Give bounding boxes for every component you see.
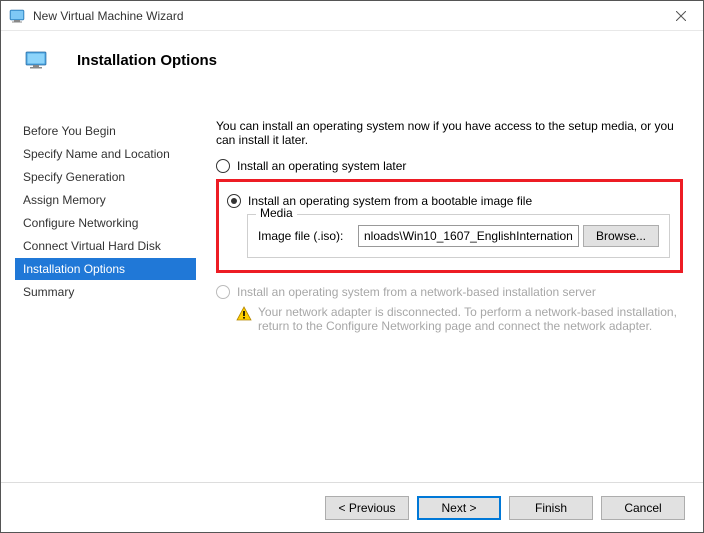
- close-button[interactable]: [658, 1, 703, 31]
- sidebar-item-before-you-begin[interactable]: Before You Begin: [15, 120, 196, 142]
- image-file-input[interactable]: [358, 225, 579, 247]
- sidebar-item-summary[interactable]: Summary: [15, 281, 196, 303]
- page-title: Installation Options: [77, 52, 217, 69]
- close-icon: [676, 11, 686, 21]
- next-button[interactable]: Next >: [417, 496, 501, 520]
- image-file-label: Image file (.iso):: [258, 229, 358, 243]
- option-label: Install an operating system from a netwo…: [237, 285, 596, 299]
- app-icon: [9, 8, 25, 24]
- finish-button[interactable]: Finish: [509, 496, 593, 520]
- browse-button[interactable]: Browse...: [583, 225, 659, 247]
- monitor-icon: [25, 49, 47, 71]
- media-group: Media Image file (.iso): Browse...: [247, 214, 670, 258]
- wizard-footer: < Previous Next > Finish Cancel: [1, 482, 703, 532]
- intro-text: You can install an operating system now …: [216, 119, 683, 147]
- option-label: Install an operating system later: [237, 159, 406, 173]
- main-content: You can install an operating system now …: [196, 101, 703, 482]
- sidebar-item-installation-options[interactable]: Installation Options: [15, 258, 196, 280]
- sidebar-item-specify-name[interactable]: Specify Name and Location: [15, 143, 196, 165]
- radio-icon: [227, 194, 241, 208]
- option-install-later[interactable]: Install an operating system later: [216, 159, 683, 173]
- sidebar-item-assign-memory[interactable]: Assign Memory: [15, 189, 196, 211]
- warning-text: Your network adapter is disconnected. To…: [258, 305, 683, 333]
- radio-icon: [216, 285, 230, 299]
- titlebar: New Virtual Machine Wizard: [1, 1, 703, 31]
- radio-icon: [216, 159, 230, 173]
- wizard-header: Installation Options: [1, 31, 703, 89]
- previous-button[interactable]: < Previous: [325, 496, 409, 520]
- wizard-steps-sidebar: Before You Begin Specify Name and Locati…: [1, 101, 196, 482]
- wizard-window: New Virtual Machine Wizard Installation …: [0, 0, 704, 533]
- network-warning: Your network adapter is disconnected. To…: [216, 305, 683, 333]
- sidebar-item-specify-generation[interactable]: Specify Generation: [15, 166, 196, 188]
- window-title: New Virtual Machine Wizard: [33, 9, 184, 23]
- sidebar-item-connect-vhd[interactable]: Connect Virtual Hard Disk: [15, 235, 196, 257]
- media-legend: Media: [256, 206, 297, 220]
- warning-icon: [236, 306, 252, 322]
- cancel-button[interactable]: Cancel: [601, 496, 685, 520]
- option-install-from-network: Install an operating system from a netwo…: [216, 285, 683, 299]
- sidebar-item-configure-networking[interactable]: Configure Networking: [15, 212, 196, 234]
- highlight-box: Install an operating system from a boota…: [216, 179, 683, 273]
